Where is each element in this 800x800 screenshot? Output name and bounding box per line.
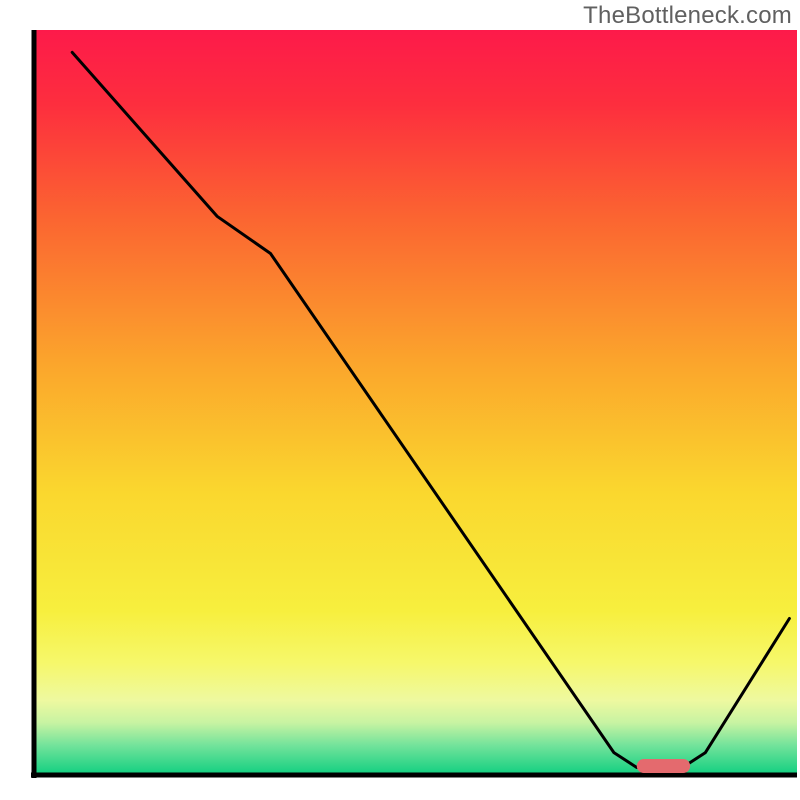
optimal-marker [637, 759, 690, 773]
bottleneck-chart [0, 0, 800, 800]
chart-background [34, 30, 797, 775]
chart-container: { "watermark": "TheBottleneck.com", "cha… [0, 0, 800, 800]
watermark-text: TheBottleneck.com [583, 2, 792, 30]
